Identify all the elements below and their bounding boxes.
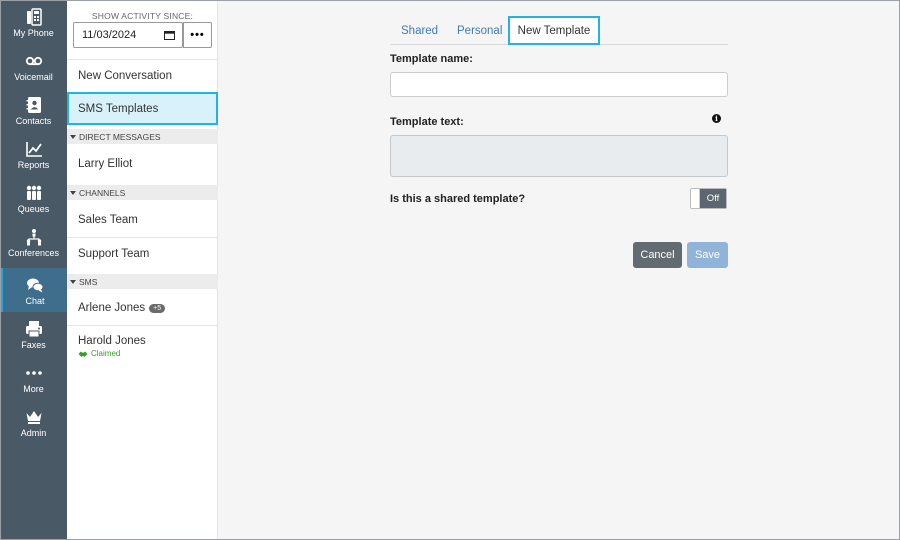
- unread-count-badge: +5: [149, 303, 166, 313]
- tab-new-template[interactable]: New Template: [508, 16, 600, 45]
- tab-shared[interactable]: Shared: [401, 16, 438, 45]
- claimed-status-label: Claimed: [91, 349, 121, 358]
- sms-contact-item[interactable]: Arlene Jones +5: [67, 292, 218, 324]
- calendar-icon[interactable]: [164, 30, 175, 40]
- show-activity-label: SHOW ACTIVITY SINCE:: [91, 11, 194, 21]
- toggle-knob: [691, 189, 700, 208]
- tab-personal[interactable]: Personal: [457, 16, 502, 45]
- fax-icon: [25, 321, 42, 338]
- rail-item-reports[interactable]: Reports: [0, 132, 67, 176]
- caret-down-icon: [70, 134, 76, 139]
- more-icon: [25, 371, 42, 375]
- crown-icon: [26, 411, 41, 424]
- caret-down-icon: [70, 190, 76, 195]
- channel-item[interactable]: Support Team: [67, 238, 218, 270]
- template-tabs: Shared Personal New Template: [390, 16, 728, 45]
- rail-label: Voicemail: [14, 72, 53, 82]
- caret-down-icon: [70, 279, 76, 284]
- rail-item-contacts[interactable]: Contacts: [0, 88, 67, 132]
- rail-label: Queues: [17, 204, 50, 214]
- direct-message-item[interactable]: Larry Elliot: [67, 148, 218, 180]
- left-rail: My Phone Voicemail Contacts Reports Queu…: [0, 0, 67, 540]
- rail-label: My Phone: [13, 28, 54, 38]
- sms-contact-name: Arlene Jones: [78, 302, 146, 314]
- template-name-input[interactable]: [390, 72, 728, 97]
- rail-label: Contacts: [15, 116, 52, 126]
- template-text-input[interactable]: [390, 135, 728, 177]
- divider: [67, 325, 218, 326]
- info-icon[interactable]: i: [712, 114, 721, 123]
- section-header-label: SMS: [79, 276, 98, 287]
- rail-item-admin[interactable]: Admin: [0, 400, 67, 444]
- rail-label: Conferences: [7, 248, 60, 258]
- rail-item-chat[interactable]: Chat: [0, 268, 67, 312]
- rail-label: Admin: [20, 428, 47, 438]
- contacts-icon: [26, 97, 41, 113]
- rail-item-conferences[interactable]: Conferences: [0, 220, 67, 264]
- chat-icon: [27, 278, 44, 293]
- rail-item-queues[interactable]: Queues: [0, 176, 67, 220]
- new-conversation-item[interactable]: New Conversation: [67, 60, 218, 92]
- template-name-label: Template name:: [390, 53, 473, 65]
- phone-icon: [26, 8, 42, 26]
- template-text-label: Template text:: [390, 116, 464, 128]
- activity-more-button[interactable]: •••: [183, 22, 212, 48]
- rail-label: More: [23, 384, 44, 394]
- sms-contact-name: Harold Jones: [78, 335, 146, 347]
- channel-item[interactable]: Sales Team: [67, 204, 218, 236]
- rail-item-faxes[interactable]: Faxes: [0, 312, 67, 356]
- shared-template-label: Is this a shared template?: [390, 193, 526, 205]
- rail-item-voicemail[interactable]: Voicemail: [0, 44, 67, 88]
- voicemail-icon: [25, 56, 42, 66]
- claimed-status: Claimed: [78, 349, 208, 358]
- section-header-channels[interactable]: CHANNELS: [67, 185, 218, 200]
- shared-template-toggle[interactable]: Off: [690, 188, 727, 209]
- activity-date-input[interactable]: 11/03/2024: [73, 22, 183, 48]
- cancel-button[interactable]: Cancel: [633, 242, 682, 268]
- reports-icon: [25, 142, 42, 157]
- sms-contact-item[interactable]: Harold Jones Claimed: [78, 335, 208, 358]
- toggle-state: Off: [700, 189, 726, 208]
- section-header-label: DIRECT MESSAGES: [79, 131, 161, 142]
- rail-item-my-phone[interactable]: My Phone: [0, 0, 67, 44]
- section-header-direct-messages[interactable]: DIRECT MESSAGES: [67, 129, 218, 144]
- save-button[interactable]: Save: [687, 242, 728, 268]
- rail-label: Faxes: [21, 340, 46, 350]
- rail-label: Reports: [17, 160, 50, 170]
- section-header-sms[interactable]: SMS: [67, 274, 218, 289]
- rail-item-more[interactable]: More: [0, 356, 67, 400]
- conferences-icon: [26, 229, 41, 246]
- queues-icon: [26, 185, 41, 200]
- sms-templates-item[interactable]: SMS Templates: [67, 92, 218, 125]
- rail-label: Chat: [25, 296, 45, 306]
- template-editor: Shared Personal New Template Template na…: [218, 0, 900, 540]
- activity-date-value: 11/03/2024: [82, 29, 137, 41]
- conversation-list-panel: SHOW ACTIVITY SINCE: 11/03/2024 ••• New …: [67, 0, 218, 540]
- handshake-icon: [78, 351, 88, 357]
- section-header-label: CHANNELS: [79, 187, 126, 198]
